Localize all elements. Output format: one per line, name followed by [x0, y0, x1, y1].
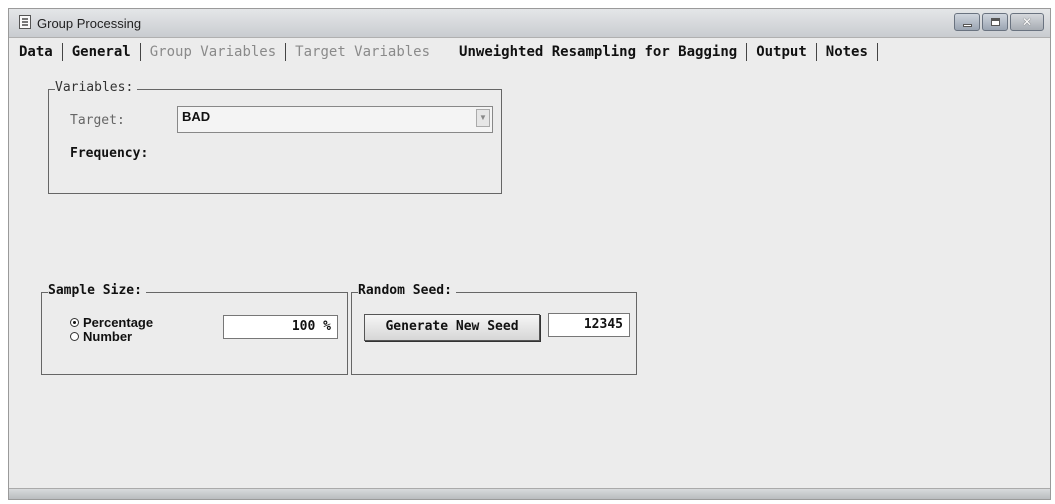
close-icon: ✕ [1021, 15, 1033, 29]
variables-group-title: Variables: [55, 80, 138, 95]
window-controls: ✕ [954, 13, 1044, 31]
percentage-radio[interactable] [70, 318, 79, 327]
percentage-label: Percentage [83, 315, 154, 330]
dropdown-arrow-icon[interactable]: ▼ [476, 109, 490, 127]
number-option[interactable]: Number [70, 329, 132, 344]
tab-notes[interactable]: Notes [817, 43, 878, 61]
sample-size-group-title: Sample Size: [48, 283, 146, 298]
tab-bar: Data General Group Variables Target Vari… [9, 39, 1050, 65]
minimize-button[interactable] [954, 13, 980, 31]
tab-target-variables[interactable]: Target Variables [286, 43, 450, 61]
random-seed-input[interactable]: 12345 [548, 313, 630, 337]
tab-unweighted-resampling[interactable]: Unweighted Resampling for Bagging [450, 43, 748, 61]
target-select[interactable]: BAD ▼ [177, 106, 493, 133]
group-processing-window: Group Processing ✕ Data General Group Va… [8, 8, 1051, 500]
minimize-icon [963, 24, 972, 27]
target-select-value: BAD [182, 109, 211, 124]
generate-new-seed-button[interactable]: Generate New Seed [364, 314, 540, 341]
number-radio[interactable] [70, 332, 79, 341]
tab-panel: Variables: Target: BAD ▼ Frequency: Samp… [9, 69, 1050, 499]
title-bar[interactable]: Group Processing ✕ [9, 9, 1050, 38]
sample-size-group: Sample Size: Percentage Number 100 % [41, 283, 348, 375]
maximize-button[interactable] [982, 13, 1008, 31]
app-icon [19, 15, 31, 29]
variables-group: Variables: Target: BAD ▼ Frequency: [48, 80, 502, 194]
window-title: Group Processing [37, 16, 142, 31]
random-seed-group-title: Random Seed: [358, 283, 456, 298]
bottom-border [9, 488, 1050, 499]
percentage-option[interactable]: Percentage [70, 315, 153, 330]
number-label: Number [83, 329, 133, 344]
tab-data[interactable]: Data [19, 43, 63, 61]
sample-size-input[interactable]: 100 % [223, 315, 338, 339]
tab-group-variables[interactable]: Group Variables [141, 43, 287, 61]
random-seed-group: Random Seed: Generate New Seed 12345 [351, 283, 637, 375]
maximize-icon [991, 18, 1000, 26]
tab-general[interactable]: General [63, 43, 141, 61]
frequency-label: Frequency: [70, 146, 149, 161]
tab-output[interactable]: Output [747, 43, 817, 61]
close-button[interactable]: ✕ [1010, 13, 1044, 31]
target-label: Target: [70, 113, 125, 128]
